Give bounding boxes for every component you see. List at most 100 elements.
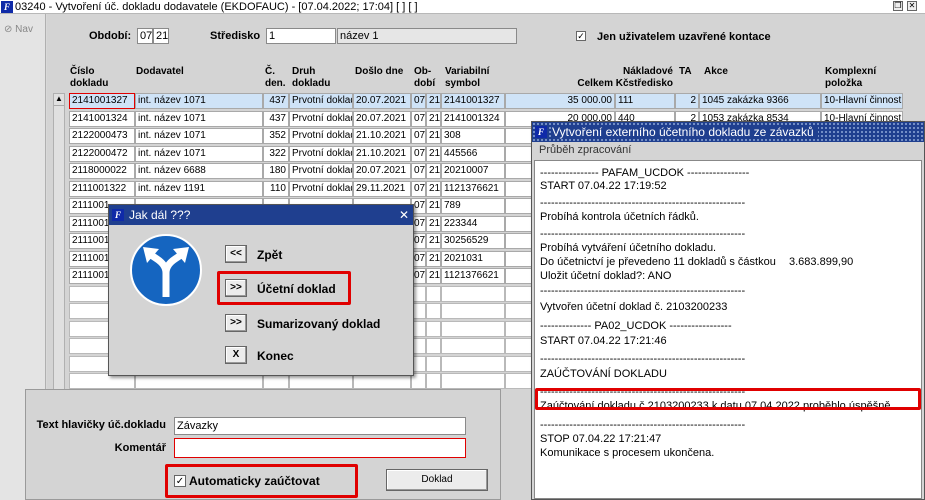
- cell-cislo[interactable]: 2141001324: [69, 110, 135, 127]
- cell-vs[interactable]: [441, 373, 505, 389]
- doklad-button[interactable]: Doklad: [386, 469, 488, 491]
- restore-icon[interactable]: ❐: [893, 1, 903, 11]
- log-dialog-title: Vytvoření externího účetního dokladu ze …: [552, 125, 818, 139]
- cell-y[interactable]: 21: [426, 163, 441, 179]
- cell-dodavatel[interactable]: int. název 1071: [135, 93, 263, 109]
- cell-druh[interactable]: Prvotní doklad: [289, 180, 353, 197]
- cell-druh[interactable]: Prvotní doklad: [289, 145, 353, 162]
- cell-cden[interactable]: 437: [263, 93, 289, 109]
- cell-komplex[interactable]: 10-Hlavní činnost: [821, 93, 903, 109]
- cell-cislo[interactable]: 2122000472: [69, 145, 135, 162]
- cell-ta[interactable]: 2: [675, 93, 699, 109]
- cell-vs[interactable]: 789: [441, 198, 505, 214]
- cell-doslo[interactable]: 21.10.2021: [353, 128, 411, 144]
- cell-m[interactable]: 07: [411, 110, 426, 127]
- cell-dodavatel[interactable]: int. název 1071: [135, 128, 263, 144]
- cell-druh[interactable]: Prvotní doklad: [289, 110, 353, 127]
- cell-druh[interactable]: Prvotní doklad: [289, 128, 353, 144]
- cell-y[interactable]: [426, 338, 441, 354]
- cell-vs[interactable]: 20210007: [441, 163, 505, 179]
- cell-cden[interactable]: 352: [263, 128, 289, 144]
- cell-vs[interactable]: [441, 320, 505, 337]
- cell-y[interactable]: 21: [426, 93, 441, 109]
- cell-stredisko[interactable]: 111: [615, 93, 675, 109]
- cell-m[interactable]: 07: [411, 180, 426, 197]
- cell-dodavatel[interactable]: int. název 1191: [135, 180, 263, 197]
- cell-y[interactable]: 21: [426, 128, 441, 144]
- cell-m[interactable]: 07: [411, 145, 426, 162]
- cell-doslo[interactable]: 29.11.2021: [353, 180, 411, 197]
- cell-doslo[interactable]: 20.07.2021: [353, 163, 411, 179]
- cell-druh[interactable]: Prvotní doklad: [289, 93, 353, 109]
- cell-vs[interactable]: [441, 285, 505, 302]
- scroll-up-icon[interactable]: ▲: [54, 94, 64, 106]
- cell-doslo[interactable]: 20.07.2021: [353, 110, 411, 127]
- cell-m[interactable]: 07: [411, 163, 426, 179]
- cell-y[interactable]: 21: [426, 233, 441, 249]
- konec-button[interactable]: X: [225, 346, 247, 364]
- cell-y[interactable]: 21: [426, 215, 441, 232]
- obdobi-month-input[interactable]: 07: [137, 28, 153, 44]
- obdobi-year-input[interactable]: 21: [153, 28, 169, 44]
- row-selector-column[interactable]: ▲: [53, 93, 65, 393]
- comment-label: Komentář: [114, 442, 166, 454]
- cell-vs[interactable]: 2141001324: [441, 110, 505, 127]
- only-closed-checkbox[interactable]: ✓: [576, 31, 586, 41]
- cell-y[interactable]: 21: [426, 145, 441, 162]
- zpet-button[interactable]: <<: [225, 245, 247, 263]
- cell-y[interactable]: 21: [426, 250, 441, 267]
- log-textarea[interactable]: ---------------- PAFAM_UCDOK -----------…: [534, 160, 922, 499]
- cell-cislo[interactable]: 2118000022: [69, 163, 135, 179]
- cell-cislo[interactable]: 2122000473: [69, 128, 135, 144]
- col-header-obdobi: Ob-dobí: [414, 66, 436, 89]
- sumarizovany-doklad-button[interactable]: >>: [225, 314, 247, 332]
- stredisko-input[interactable]: 1: [266, 28, 336, 44]
- close-window-icon[interactable]: ✕: [907, 1, 917, 11]
- cell-cden[interactable]: 437: [263, 110, 289, 127]
- cell-cislo[interactable]: 2141001327: [69, 93, 135, 109]
- auto-post-checkbox[interactable]: ✓: [174, 475, 186, 487]
- cell-vs[interactable]: 223344: [441, 215, 505, 232]
- cell-cden[interactable]: 180: [263, 163, 289, 179]
- cell-y[interactable]: 21: [426, 198, 441, 214]
- header-text-input[interactable]: Závazky: [174, 417, 466, 435]
- cell-m[interactable]: 07: [411, 93, 426, 109]
- cell-vs[interactable]: [441, 355, 505, 372]
- cell-vs[interactable]: [441, 338, 505, 354]
- cell-y[interactable]: 21: [426, 110, 441, 127]
- cell-y[interactable]: 21: [426, 268, 441, 284]
- cell-y[interactable]: [426, 355, 441, 372]
- cell-druh[interactable]: Prvotní doklad: [289, 163, 353, 179]
- cell-vs[interactable]: [441, 303, 505, 319]
- cell-y[interactable]: [426, 285, 441, 302]
- cell-celkem[interactable]: 35 000.00: [505, 93, 615, 109]
- table-row[interactable]: 2141001327 int. název 1071 437 Prvotní dokl…: [69, 93, 909, 110]
- sumarizovany-doklad-label: Sumarizovaný doklad: [257, 317, 381, 331]
- cell-y[interactable]: [426, 373, 441, 389]
- cell-vs[interactable]: 1121376621: [441, 268, 505, 284]
- cell-vs[interactable]: 2141001327: [441, 93, 505, 109]
- cell-vs[interactable]: 1121376621: [441, 180, 505, 197]
- cell-m[interactable]: 07: [411, 128, 426, 144]
- cell-doslo[interactable]: 21.10.2021: [353, 145, 411, 162]
- cell-y[interactable]: 21: [426, 180, 441, 197]
- comment-input[interactable]: [174, 438, 466, 458]
- cell-cislo[interactable]: 2111001322: [69, 180, 135, 197]
- cell-y[interactable]: [426, 303, 441, 319]
- cell-dodavatel[interactable]: int. název 1071: [135, 110, 263, 127]
- cell-y[interactable]: [426, 320, 441, 337]
- nav-toggle[interactable]: ⊘ Nav: [4, 24, 33, 35]
- cell-vs[interactable]: 30256529: [441, 233, 505, 249]
- cell-vs[interactable]: 445566: [441, 145, 505, 162]
- cell-dodavatel[interactable]: int. název 1071: [135, 145, 263, 162]
- cell-akce[interactable]: 1045 zakázka 9366: [699, 93, 821, 109]
- cell-dodavatel[interactable]: int. název 6688: [135, 163, 263, 179]
- cell-vs[interactable]: 308: [441, 128, 505, 144]
- col-header-dodavatel: Dodavatel: [136, 66, 184, 77]
- cell-cden[interactable]: 322: [263, 145, 289, 162]
- cell-doslo[interactable]: 20.07.2021: [353, 93, 411, 109]
- ucetni-doklad-button[interactable]: >>: [225, 279, 247, 297]
- cell-vs[interactable]: 2021031: [441, 250, 505, 267]
- cell-cden[interactable]: 110: [263, 180, 289, 197]
- jak-dal-close-icon[interactable]: ✕: [399, 205, 409, 225]
